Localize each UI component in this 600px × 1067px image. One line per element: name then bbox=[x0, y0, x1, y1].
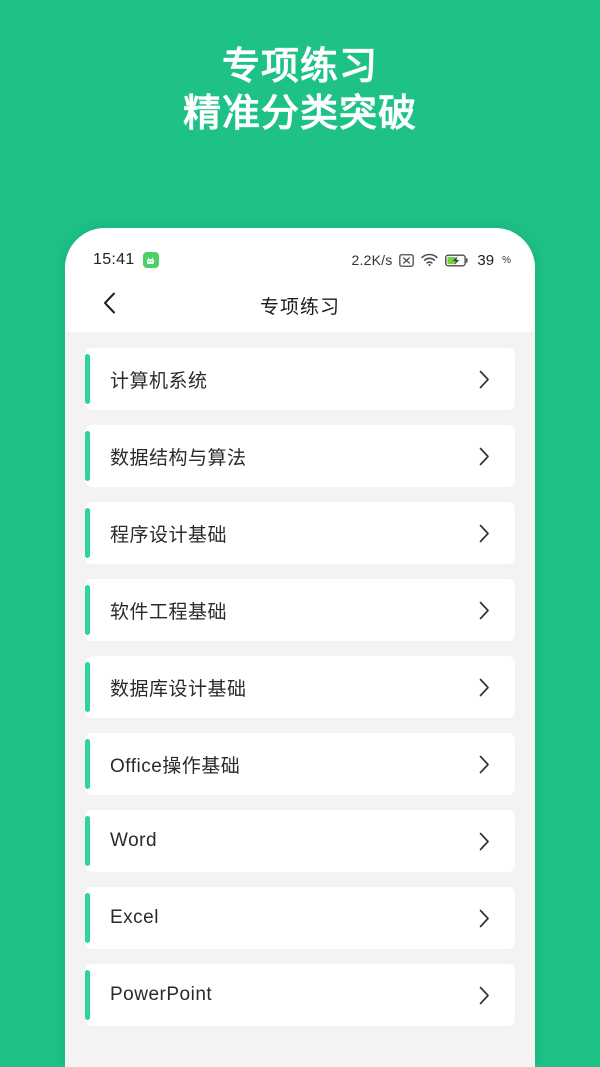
chevron-right-icon bbox=[473, 447, 495, 466]
list-item-label: Word bbox=[110, 830, 158, 851]
promo-heading-line-2: 精准分类突破 bbox=[182, 93, 417, 135]
status-bar-right: 2.2K/s 39 % bbox=[352, 252, 511, 269]
nav-bar: 专项练习 bbox=[65, 278, 535, 332]
battery-percent-label: 39 bbox=[477, 251, 495, 269]
chevron-right-icon bbox=[473, 524, 495, 543]
status-bar-left: 15:41 bbox=[93, 251, 159, 269]
page-title: 专项练习 bbox=[259, 296, 340, 318]
category-list[interactable]: 计算机系统 数据结构与算法 程序设计基础 软件工程基础 数据库设计基础 Offi… bbox=[65, 332, 535, 1067]
android-robot-icon bbox=[142, 252, 159, 268]
chevron-right-icon bbox=[473, 370, 495, 389]
chevron-right-icon bbox=[473, 678, 495, 697]
list-item[interactable]: 计算机系统 bbox=[85, 348, 515, 410]
list-item[interactable]: Office操作基础 bbox=[85, 733, 515, 795]
accent-bar bbox=[85, 816, 90, 866]
accent-bar bbox=[85, 354, 90, 404]
list-item-label: 计算机系统 bbox=[110, 370, 208, 392]
promo-heading: 专项练习 精准分类突破 bbox=[0, 44, 600, 138]
accent-bar bbox=[85, 508, 90, 558]
battery-charging-icon bbox=[445, 254, 469, 267]
accent-bar bbox=[85, 970, 90, 1020]
list-item[interactable]: 软件工程基础 bbox=[85, 579, 515, 641]
chevron-right-icon bbox=[473, 986, 495, 1005]
accent-bar bbox=[85, 662, 90, 712]
list-item[interactable]: 程序设计基础 bbox=[85, 502, 515, 564]
list-item[interactable]: 数据库设计基础 bbox=[85, 656, 515, 718]
list-item[interactable]: PowerPoint bbox=[85, 964, 515, 1026]
battery-percent-sign: % bbox=[502, 254, 511, 266]
wifi-icon bbox=[421, 253, 439, 267]
chevron-left-icon bbox=[103, 292, 116, 319]
list-item-label: 数据结构与算法 bbox=[110, 447, 247, 469]
list-item[interactable]: 数据结构与算法 bbox=[85, 425, 515, 487]
chevron-right-icon bbox=[473, 755, 495, 774]
list-item-label: Excel bbox=[110, 907, 159, 928]
chevron-right-icon bbox=[473, 909, 495, 928]
list-item-label: Office操作基础 bbox=[110, 755, 241, 777]
status-clock: 15:41 bbox=[93, 251, 135, 268]
network-speed-label: 2.2K/s bbox=[351, 252, 393, 268]
list-item-label: 软件工程基础 bbox=[110, 601, 228, 623]
list-item-label: 数据库设计基础 bbox=[110, 678, 247, 700]
list-item-label: 程序设计基础 bbox=[110, 524, 228, 546]
chevron-right-icon bbox=[473, 832, 495, 851]
accent-bar bbox=[85, 585, 90, 635]
list-item[interactable]: Word bbox=[85, 810, 515, 872]
status-bar: 15:41 2.2K/s 39 % bbox=[65, 228, 535, 278]
list-item[interactable]: Excel bbox=[85, 887, 515, 949]
phone-frame: 15:41 2.2K/s 39 % 专项练习 计算机系统 数据结构与算法 程序设… bbox=[65, 228, 535, 1067]
boxed-x-icon bbox=[399, 253, 415, 267]
promo-heading-line-1: 专项练习 bbox=[221, 46, 378, 88]
list-item-label: PowerPoint bbox=[110, 984, 213, 1005]
accent-bar bbox=[85, 739, 90, 789]
chevron-right-icon bbox=[473, 601, 495, 620]
accent-bar bbox=[85, 431, 90, 481]
accent-bar bbox=[85, 893, 90, 943]
back-button[interactable] bbox=[87, 278, 131, 332]
